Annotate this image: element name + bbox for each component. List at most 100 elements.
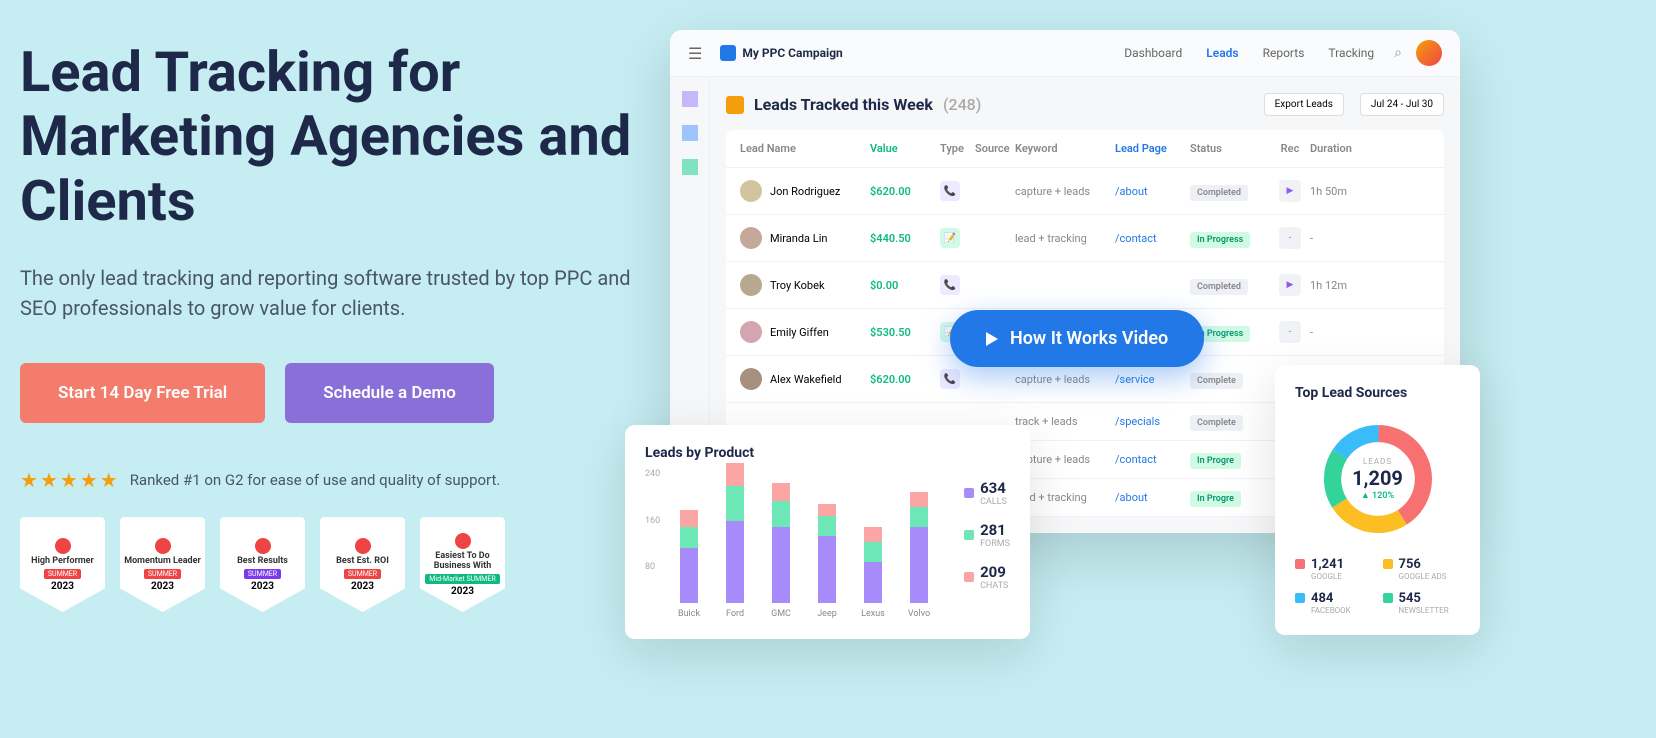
nav-leads[interactable]: Leads [1206,46,1238,60]
column-header[interactable]: Source [975,142,1015,155]
hero-subheadline: The only lead tracking and reporting sof… [20,263,640,323]
column-header[interactable]: Duration [1310,142,1365,155]
y-tick: 240 [645,469,660,479]
search-icon[interactable]: ⌕ [1394,45,1402,61]
leads-icon [726,96,744,114]
lead-keyword: capture + leads [1015,185,1115,198]
export-leads-button[interactable]: Export Leads [1264,93,1344,116]
table-row[interactable]: Troy Kobek $0.00 📞 Completed ▶ 1h 12m [726,262,1444,309]
lead-page: /specials [1115,415,1190,428]
lead-duration: 1h 50m [1310,185,1365,198]
y-tick: 80 [645,562,655,572]
status-badge: Complete [1190,415,1243,431]
rating-text: Ranked #1 on G2 for ease of use and qual… [130,471,501,489]
status-badge: In Progre [1190,491,1241,507]
column-header[interactable]: Lead Page [1115,142,1190,155]
nav-tracking[interactable]: Tracking [1328,46,1374,60]
status-badge: In Progress [1190,232,1250,248]
bar-column: GMC [767,483,795,619]
lead-value: $0.00 [870,279,940,292]
g2-badges: High PerformerSUMMER2023Momentum LeaderS… [20,517,640,612]
g2-badge: Momentum LeaderSUMMER2023 [120,517,205,612]
campaign-name: My PPC Campaign [742,46,842,60]
play-recording-button[interactable]: - [1279,227,1301,249]
nav-dashboard[interactable]: Dashboard [1124,46,1182,60]
lead-page: /contact [1115,453,1190,466]
lead-page: /about [1115,491,1190,504]
table-row[interactable]: Jon Rodriguez $620.00 📞 capture + leads … [726,168,1444,215]
status-badge: In Progre [1190,453,1241,469]
lead-page: /service [1115,373,1190,386]
donut-label: LEADS [1352,457,1403,466]
lead-name: Troy Kobek [770,279,825,292]
type-icon: 📞 [940,275,960,295]
lead-keyword: capture + leads [1015,453,1115,466]
user-avatar[interactable] [1416,40,1442,66]
lead-keyword: track + leads [1015,415,1115,428]
how-it-works-video-button[interactable]: How It Works Video [950,310,1204,367]
status-badge: Completed [1190,279,1248,295]
lead-value: $620.00 [870,373,940,386]
lead-avatar [740,274,762,296]
lead-name: Alex Wakefield [770,373,842,386]
lead-duration: 1h 12m [1310,279,1365,292]
donut-percent: ▲ 120% [1352,490,1403,501]
status-badge: Complete [1190,373,1243,389]
table-row[interactable]: Miranda Lin $440.50 📝 lead + tracking /c… [726,215,1444,262]
hamburger-icon[interactable]: ☰ [688,44,702,63]
rating-stars: ★★★★★ [20,468,118,492]
column-header[interactable]: Type [940,142,975,155]
status-badge: Completed [1190,185,1248,201]
g2-badge: High PerformerSUMMER2023 [20,517,105,612]
schedule-demo-button[interactable]: Schedule a Demo [285,363,494,423]
card-title: Leads by Product [645,445,1010,461]
play-recording-button[interactable]: - [1279,321,1301,343]
lead-name: Jon Rodriguez [770,185,840,198]
column-header[interactable]: Lead Name [740,142,870,155]
lead-count: (248) [943,95,981,114]
sidebar-icon-person[interactable] [682,159,698,175]
type-icon: 📝 [940,228,960,248]
column-header[interactable]: Rec [1270,142,1310,155]
column-header[interactable]: Status [1190,142,1270,155]
legend-item: 209CHATS [964,563,1010,591]
date-range-button[interactable]: Jul 24 - Jul 30 [1360,93,1444,116]
source-item: 484FACEBOOK [1295,591,1373,615]
play-recording-button[interactable]: ▶ [1279,180,1301,202]
bar-column: Volvo [905,492,933,619]
leads-by-product-card: Leads by Product 80160240BuickFordGMCJee… [625,425,1030,639]
sidebar-icon-chart[interactable] [682,91,698,107]
play-recording-button[interactable]: ▶ [1279,274,1301,296]
column-header[interactable]: Value [870,142,940,155]
play-icon [986,332,998,346]
nav-reports[interactable]: Reports [1263,46,1305,60]
source-item: 756GOOGLE ADS [1383,557,1461,581]
g2-badge: Best Est. ROISUMMER2023 [320,517,405,612]
lead-value: $530.50 [870,326,940,339]
start-trial-button[interactable]: Start 14 Day Free Trial [20,363,265,423]
source-item: 1,241GOOGLE [1295,557,1373,581]
lead-value: $620.00 [870,185,940,198]
lead-avatar [740,180,762,202]
donut-value: 1,209 [1352,466,1403,490]
lead-keyword: lead + tracking [1015,232,1115,245]
lead-name: Emily Giffen [770,326,829,339]
bar-column: Ford [721,463,749,619]
lead-keyword: lead + tracking [1015,491,1115,504]
source-item: 545NEWSLETTER [1383,591,1461,615]
sidebar-icon-users[interactable] [682,125,698,141]
hero-headline: Lead Tracking for Marketing Agencies and… [20,40,640,233]
bar-column: Jeep [813,504,841,619]
lead-avatar [740,227,762,249]
type-icon: 📞 [940,369,960,389]
lead-name: Miranda Lin [770,232,827,245]
bar-column: Buick [675,510,703,619]
lead-page: /about [1115,185,1190,198]
g2-badge: Best ResultsSUMMER2023 [220,517,305,612]
main-title: Leads Tracked this Week [754,95,933,114]
type-icon: 📞 [940,181,960,201]
column-header[interactable]: Keyword [1015,142,1115,155]
app-logo[interactable]: My PPC Campaign [720,45,842,61]
g2-badge: Easiest To Do Business WithMid-Market SU… [420,517,505,612]
lead-page: /contact [1115,232,1190,245]
